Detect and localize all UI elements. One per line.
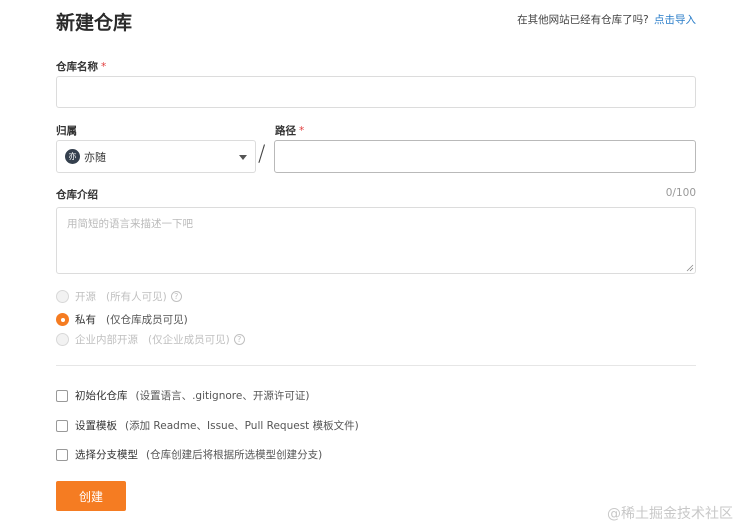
watermark: @稀土掘金技术社区 <box>607 506 733 522</box>
option-template-sub: (添加 Readme、Issue、Pull Request 模板文件) <box>125 420 359 432</box>
option-template-label: 设置模板 <box>75 420 117 432</box>
help-icon[interactable]: ? <box>233 334 245 345</box>
import-link[interactable]: 点击导入 <box>654 14 696 26</box>
option-branch-model-label: 选择分支模型 <box>75 449 138 461</box>
visibility-internal-label: 企业内部开源 <box>75 334 138 346</box>
import-hint-text: 在其他网站已经有仓库了吗? <box>517 14 649 26</box>
radio-internal[interactable] <box>56 333 69 346</box>
path-separator: / <box>258 142 266 167</box>
required-mark: * <box>299 125 305 137</box>
page-title: 新建仓库 <box>56 12 133 34</box>
checkbox-init-repo[interactable] <box>56 389 68 402</box>
option-init-repo-label: 初始化仓库 <box>75 390 128 402</box>
radio-private[interactable] <box>56 313 69 326</box>
required-mark: * <box>101 61 107 73</box>
visibility-internal-sub: (仅企业成员可见) <box>148 334 230 346</box>
option-branch-model-sub: (仓库创建后将根据所选模型创建分支) <box>146 449 323 461</box>
option-template[interactable]: 设置模板 (添加 Readme、Issue、Pull Request 模板文件) <box>56 418 359 433</box>
resize-grip-icon[interactable] <box>686 264 694 272</box>
description-label-text: 仓库介绍 <box>56 189 98 201</box>
repo-name-label: 仓库名称 * <box>56 59 106 74</box>
import-hint: 在其他网站已经有仓库了吗? 点击导入 <box>517 12 696 27</box>
owner-label-text: 归属 <box>56 125 77 137</box>
help-icon[interactable]: ? <box>170 291 182 302</box>
visibility-option-private[interactable]: 私有 (仅仓库成员可见) <box>56 312 188 327</box>
visibility-private-sub: (仅仓库成员可见) <box>106 314 188 326</box>
chevron-down-icon <box>239 155 247 160</box>
visibility-public-sub: (所有人可见) <box>106 291 167 303</box>
visibility-option-internal[interactable]: 企业内部开源 (仅企业成员可见) ? <box>56 332 245 347</box>
path-label-text: 路径 <box>275 125 296 137</box>
repo-name-label-text: 仓库名称 <box>56 61 98 73</box>
description-textarea[interactable] <box>56 207 696 274</box>
owner-select[interactable]: 亦 亦随 <box>56 140 256 173</box>
option-init-repo[interactable]: 初始化仓库 (设置语言、.gitignore、开源许可证) <box>56 388 309 403</box>
radio-public[interactable] <box>56 290 69 303</box>
option-branch-model[interactable]: 选择分支模型 (仓库创建后将根据所选模型创建分支) <box>56 447 322 462</box>
checkbox-branch-model[interactable] <box>56 448 68 461</box>
option-init-repo-sub: (设置语言、.gitignore、开源许可证) <box>135 390 310 402</box>
description-label: 仓库介绍 <box>56 187 98 202</box>
create-button[interactable]: 创建 <box>56 481 126 511</box>
visibility-option-public[interactable]: 开源 (所有人可见) ? <box>56 289 182 304</box>
owner-selected-value: 亦随 <box>84 150 106 164</box>
description-counter: 0/100 <box>665 187 696 199</box>
path-label: 路径 * <box>275 123 304 138</box>
checkbox-template[interactable] <box>56 419 68 432</box>
path-input[interactable] <box>274 140 696 173</box>
divider <box>56 365 696 366</box>
visibility-private-label: 私有 <box>75 314 96 326</box>
repo-name-input[interactable] <box>56 76 696 108</box>
visibility-public-label: 开源 <box>75 291 96 303</box>
owner-label: 归属 <box>56 123 77 138</box>
avatar: 亦 <box>65 149 80 164</box>
